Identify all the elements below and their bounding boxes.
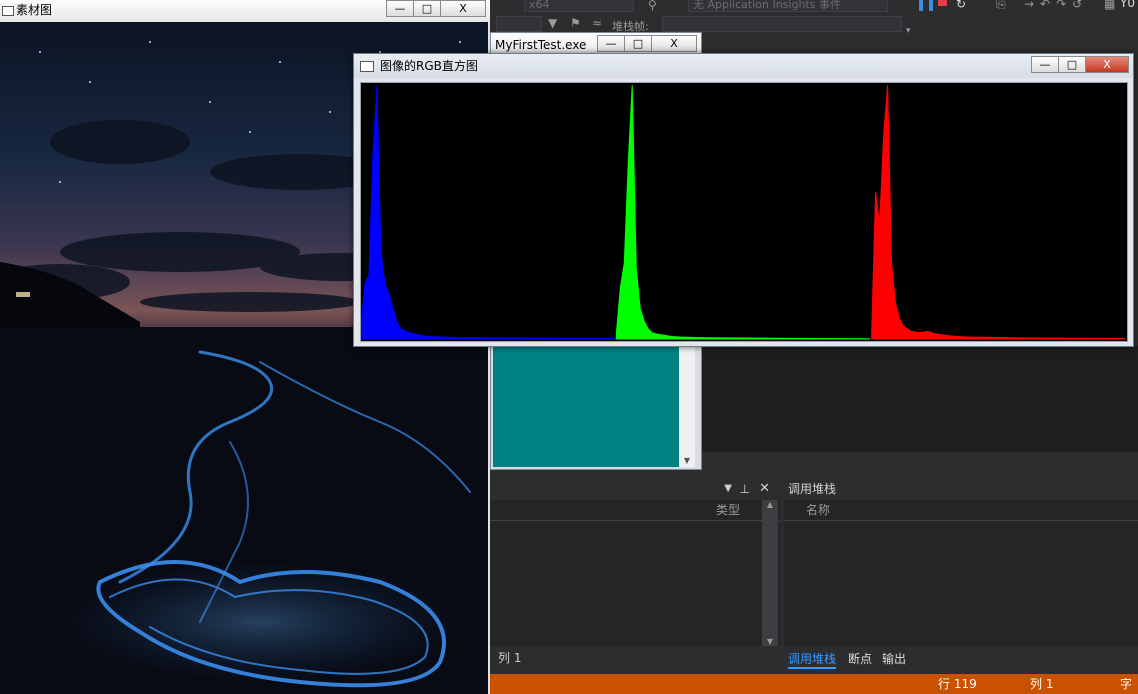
histogram-title: 图像的RGB直方图: [380, 59, 478, 73]
callstack-panel: 调用堆栈 名称: [784, 478, 1138, 646]
source-title: 素材图: [16, 3, 53, 17]
thread-combo[interactable]: [496, 16, 542, 32]
maximize-button[interactable]: □: [1058, 56, 1086, 73]
locals-header: ▼ ⊥ ✕: [490, 478, 780, 500]
tab-breakpoints[interactable]: 断点: [848, 650, 872, 667]
tab-output[interactable]: 输出: [882, 650, 906, 667]
tab-callstack[interactable]: 调用堆栈: [788, 650, 837, 669]
maximize-button[interactable]: □: [624, 35, 652, 52]
status-line: 行 119: [938, 677, 977, 691]
step-over-icons[interactable]: →↶↷↺: [1024, 0, 1088, 11]
scrollbar[interactable]: ▲ ▼: [762, 500, 778, 646]
stackframe-combo[interactable]: [662, 16, 902, 32]
console-title: MyFirstTest.exe: [495, 38, 587, 52]
scroll-down-icon[interactable]: ▼: [762, 637, 778, 646]
layout-icon[interactable]: ▦: [1104, 0, 1115, 11]
histogram-series-0: [360, 84, 615, 340]
platform-combo[interactable]: x64: [524, 0, 634, 12]
histogram-chart: [360, 84, 1126, 340]
left-status-text: 列 1: [498, 651, 522, 665]
maximize-button[interactable]: □: [413, 0, 441, 17]
threads-icon[interactable]: ≈: [592, 16, 602, 30]
status-col: 列 1: [1030, 677, 1054, 691]
histogram-titlebar[interactable]: 图像的RGB直方图 — □ X: [354, 54, 1133, 78]
locals-panel: ▼ ⊥ ✕ 类型 ▲ ▼: [490, 478, 780, 646]
locals-column-header: 类型: [490, 500, 780, 521]
restart-icon[interactable]: ↻: [956, 0, 966, 11]
column-type[interactable]: 类型: [716, 500, 740, 520]
minimize-button[interactable]: —: [597, 35, 625, 52]
dropdown-arrow-icon[interactable]: ▾: [906, 24, 911, 38]
histogram-series-2: [871, 84, 1126, 340]
column-name[interactable]: 名称: [784, 500, 1138, 521]
top-right-text: Y0: [1120, 0, 1135, 10]
scroll-up-icon[interactable]: ▲: [762, 500, 778, 509]
close-icon[interactable]: ✕: [759, 478, 770, 500]
callstack-title: 调用堆栈: [784, 478, 1138, 500]
search-icon[interactable]: ⚲: [648, 0, 657, 12]
window-icon: [360, 61, 374, 72]
histogram-canvas: [360, 82, 1128, 342]
step-icon[interactable]: ⎘: [996, 0, 1006, 11]
left-tab-bar: 列 1: [490, 646, 780, 672]
pause-icon[interactable]: ❚❚: [916, 0, 936, 11]
minimize-button[interactable]: —: [1031, 56, 1059, 73]
dropdown-arrow-icon[interactable]: ▼: [724, 478, 732, 500]
close-button[interactable]: X: [1085, 56, 1129, 73]
source-titlebar[interactable]: 素材图 — □ X: [0, 0, 490, 22]
close-button[interactable]: X: [651, 35, 697, 52]
stop-icon[interactable]: [938, 0, 947, 6]
scroll-down-icon[interactable]: ▼: [679, 456, 695, 465]
histogram-series-1: [615, 84, 871, 340]
filter-icon[interactable]: ▼: [548, 16, 557, 30]
window-icon: [2, 6, 14, 16]
minimize-button[interactable]: —: [386, 0, 414, 17]
histogram-window: 图像的RGB直方图 — □ X: [353, 53, 1134, 347]
flag-icon[interactable]: ⚑: [570, 16, 581, 30]
insights-combo[interactable]: 无 Application Insights 事件: [688, 0, 888, 12]
close-button[interactable]: X: [440, 0, 486, 17]
status-bar: 行 119 列 1 字: [490, 674, 1138, 694]
editor-area: [700, 346, 1138, 452]
pin-icon[interactable]: ⊥: [740, 478, 750, 500]
status-char: 字: [1120, 677, 1133, 691]
bottom-tabs: 调用堆栈 断点 输出: [784, 646, 1138, 672]
